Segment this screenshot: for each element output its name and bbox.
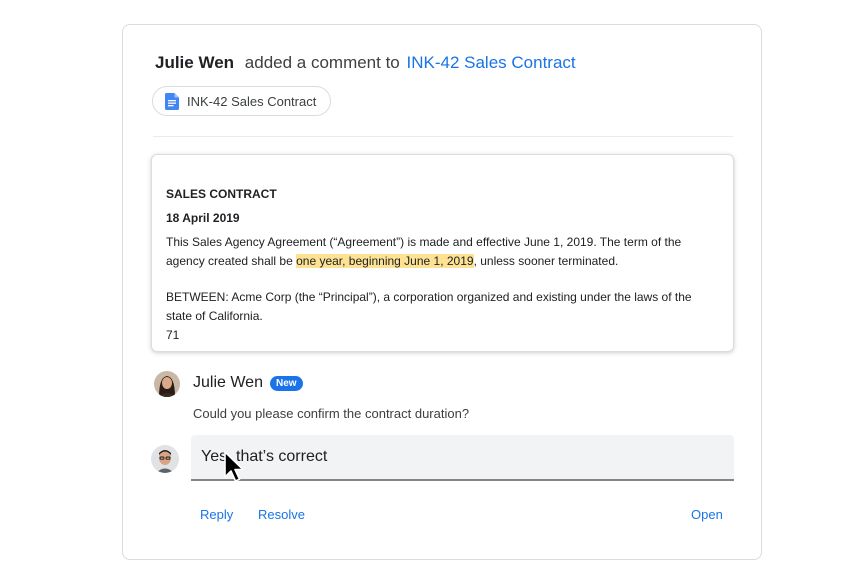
comment-author: Julie Wen New xyxy=(193,374,303,392)
avatar xyxy=(154,371,180,397)
reply-button[interactable]: Reply xyxy=(200,507,233,522)
document-paragraph-1: This Sales Agency Agreement (“Agreement”… xyxy=(166,233,719,271)
comment-text: Could you please confirm the contract du… xyxy=(193,406,470,421)
document-chip[interactable]: INK-42 Sales Contract xyxy=(152,86,332,116)
page-number: 71 xyxy=(166,328,180,342)
notification-header: Julie Wen added a comment to INK-42 Sale… xyxy=(155,53,576,73)
paragraph-text: , unless sooner terminated. xyxy=(473,254,619,268)
comment-author-name: Julie Wen xyxy=(193,374,263,391)
google-docs-icon xyxy=(165,92,179,110)
reply-input[interactable]: Yes, that’s correct xyxy=(191,435,734,481)
new-badge: New xyxy=(269,375,303,391)
highlighted-text: one year, beginning June 1, 2019 xyxy=(296,254,474,268)
resolve-button[interactable]: Resolve xyxy=(258,507,305,522)
document-excerpt: SALES CONTRACT 18 April 2019 This Sales … xyxy=(151,154,734,352)
avatar xyxy=(151,445,179,473)
header-verb: added a comment to xyxy=(244,53,400,72)
document-link[interactable]: INK-42 Sales Contract xyxy=(407,53,576,72)
divider xyxy=(153,136,733,137)
document-chip-label: INK-42 Sales Contract xyxy=(187,93,317,109)
document-title: SALES CONTRACT xyxy=(166,187,277,201)
document-paragraph-2: BETWEEN: Acme Corp (the “Principal”), a … xyxy=(166,290,692,323)
open-button[interactable]: Open xyxy=(691,507,723,522)
comment-notification-card: Julie Wen added a comment to INK-42 Sale… xyxy=(122,24,762,560)
reply-input-value: Yes, that’s correct xyxy=(201,448,328,465)
header-author: Julie Wen xyxy=(155,53,235,72)
document-date: 18 April 2019 xyxy=(166,211,240,225)
mouse-pointer-icon xyxy=(224,451,244,482)
